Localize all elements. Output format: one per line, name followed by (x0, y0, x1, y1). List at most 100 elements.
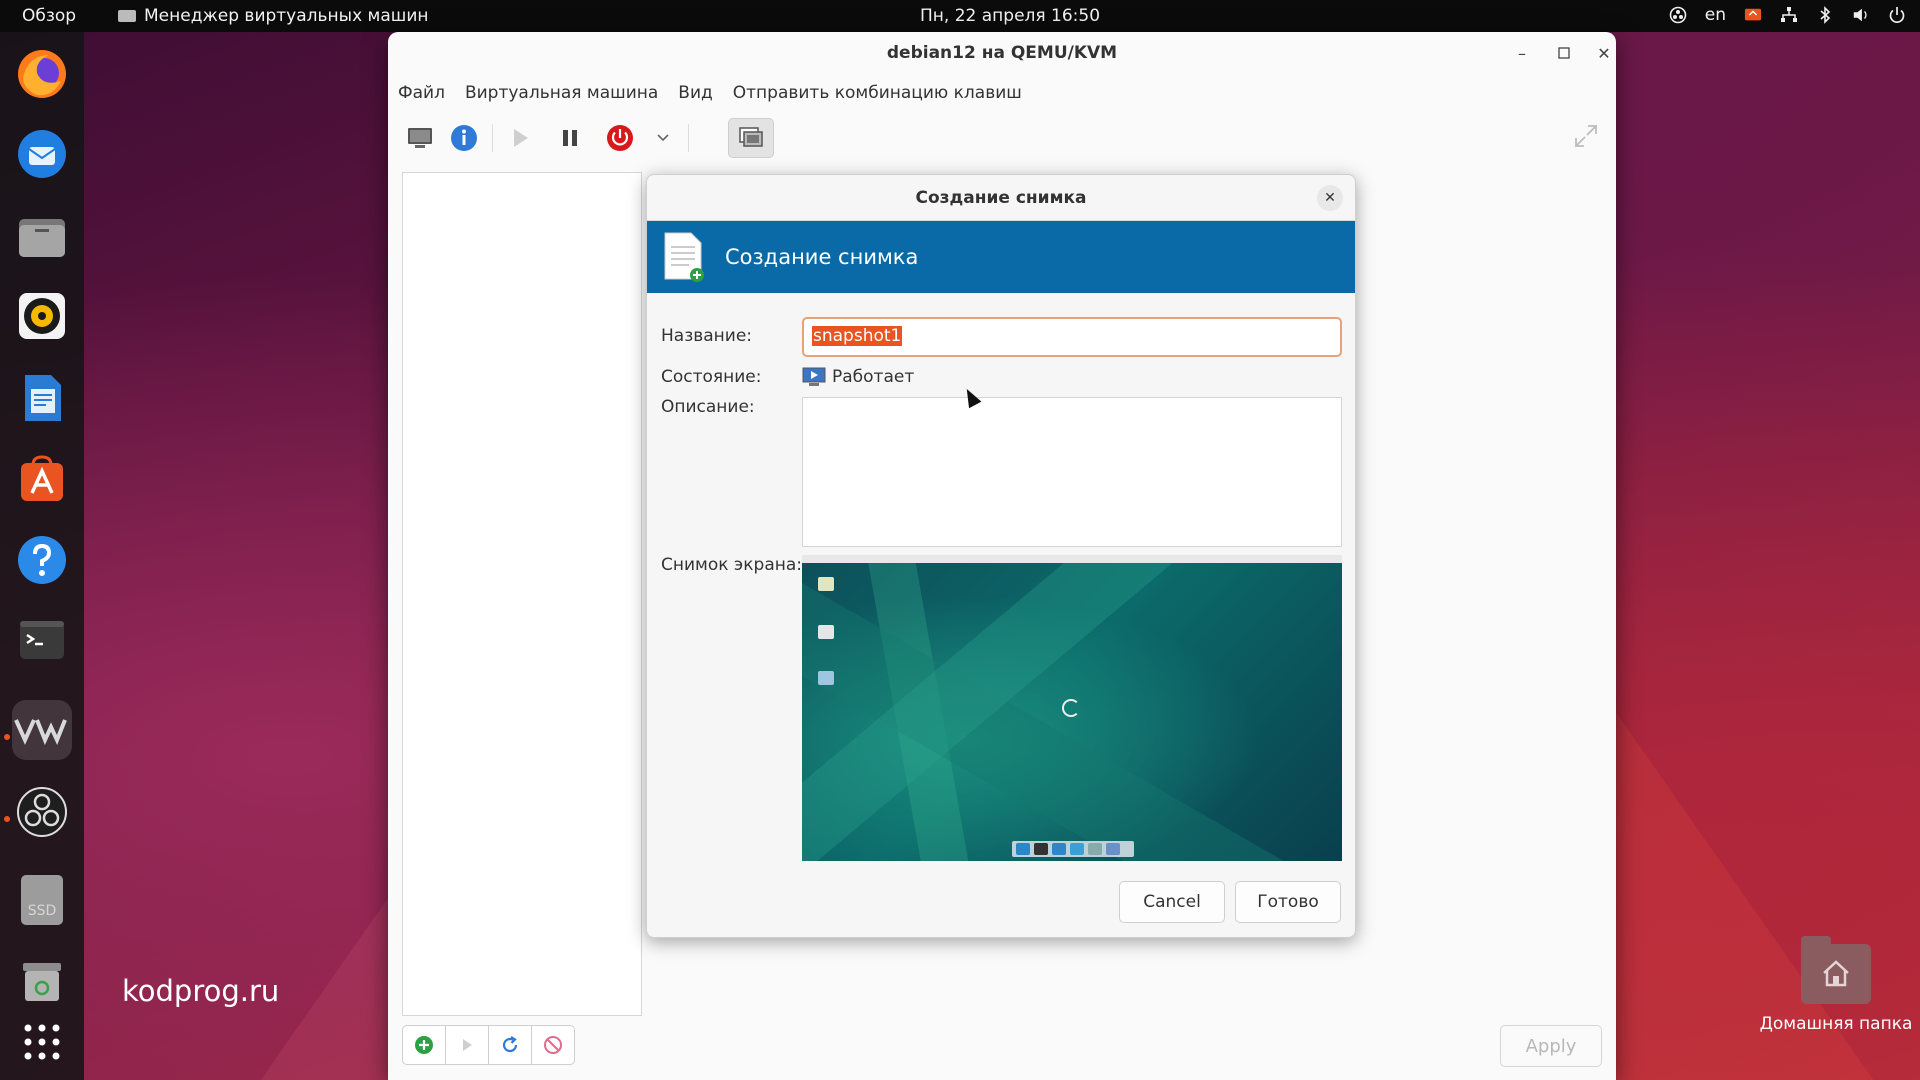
state-value: Работает (802, 367, 914, 387)
home-folder-label: Домашняя папка (1759, 1014, 1913, 1034)
pause-button[interactable] (552, 120, 588, 156)
running-vm-icon (802, 367, 826, 386)
vm-screenshot-preview (802, 555, 1342, 861)
preview-taskbar (1012, 841, 1134, 857)
new-document-icon (664, 232, 704, 282)
dock-files[interactable] (12, 206, 72, 266)
state-text: Работает (832, 367, 915, 387)
screenshot-label: Снимок экрана: (661, 555, 802, 575)
refresh-icon (502, 1036, 518, 1053)
dock-trash[interactable] (12, 950, 72, 1010)
thunderbird-icon (18, 130, 66, 178)
dock-help[interactable] (12, 530, 72, 590)
window-title: debian12 на QEMU/KVM (886, 43, 1118, 63)
toolbar (388, 110, 1616, 166)
snapshots-button[interactable] (728, 118, 774, 158)
selected-text: snapshot1 (812, 326, 903, 346)
help-icon (18, 536, 66, 584)
files-icon (19, 219, 65, 257)
menu-view[interactable]: Вид (678, 83, 712, 103)
shutdown-menu-button[interactable] (650, 120, 676, 156)
snapshot-name-input[interactable]: snapshot1 (802, 317, 1342, 357)
network-icon[interactable] (1780, 6, 1798, 24)
plus-icon (415, 1036, 433, 1054)
details-button[interactable] (446, 120, 482, 156)
screen-share-icon[interactable] (1744, 6, 1762, 24)
dialog-close-icon[interactable]: ✕ (1317, 185, 1343, 211)
name-label: Название: (661, 326, 753, 346)
trash-icon (23, 963, 61, 1001)
monitor-icon (408, 128, 432, 148)
pause-icon (563, 130, 577, 146)
refresh-snapshots-button[interactable] (488, 1025, 532, 1065)
power-menu-icon[interactable] (1888, 6, 1906, 24)
keyboard-layout[interactable]: en (1705, 5, 1726, 25)
dock: SSD (0, 32, 84, 1080)
ssd-label: SSD (28, 903, 57, 919)
system-tray: en (1669, 5, 1906, 25)
description-textarea[interactable] (802, 397, 1342, 547)
dock-virt-manager[interactable] (12, 700, 72, 760)
preview-desktop-icon (818, 625, 834, 639)
dock-thunderbird[interactable] (12, 124, 72, 184)
virt-manager-icon (14, 719, 67, 745)
dock-terminal[interactable] (12, 610, 72, 670)
play-icon (463, 1039, 472, 1051)
run-button[interactable] (502, 120, 538, 156)
dock-app-grid[interactable] (12, 1012, 72, 1072)
firefox-icon (18, 50, 66, 98)
menu-bar: Файл Виртуальная машина Вид Отправить ко… (388, 76, 1616, 110)
dock-rhythmbox[interactable] (12, 286, 72, 346)
snapshot-list[interactable] (402, 172, 642, 1016)
power-icon (607, 125, 633, 151)
description-label: Описание: (661, 397, 755, 417)
maximize-icon[interactable] (1552, 42, 1576, 66)
delete-snapshot-button[interactable] (531, 1025, 575, 1065)
window-titlebar[interactable]: debian12 на QEMU/KVM – ✕ (388, 32, 1616, 76)
snapshots-icon (739, 127, 763, 147)
dock-ssd-drive[interactable]: SSD (12, 870, 72, 930)
info-icon (451, 125, 477, 151)
app-menu[interactable]: Менеджер виртуальных машин (118, 6, 429, 26)
terminal-icon (20, 621, 64, 659)
clock[interactable]: Пн, 22 апреля 16:50 (920, 6, 1100, 26)
minimize-icon[interactable]: – (1510, 42, 1534, 66)
ssd-drive-icon: SSD (21, 875, 63, 925)
menu-virtual-machine[interactable]: Виртуальная машина (465, 83, 658, 103)
apply-button[interactable]: Apply (1500, 1025, 1602, 1067)
dialog-title: Создание снимка (915, 188, 1087, 208)
console-button[interactable] (402, 120, 438, 156)
rhythmbox-icon (19, 293, 65, 339)
fullscreen-icon[interactable] (1572, 122, 1600, 150)
cancel-button[interactable]: Cancel (1119, 881, 1225, 923)
dialog-banner: Создание снимка (647, 221, 1355, 293)
run-snapshot-button[interactable] (445, 1025, 489, 1065)
menu-send-key[interactable]: Отправить комбинацию клавиш (733, 83, 1022, 103)
running-indicator (4, 734, 10, 740)
add-snapshot-button[interactable] (402, 1025, 446, 1065)
dock-writer[interactable] (12, 368, 72, 428)
obs-tray-icon[interactable] (1669, 6, 1687, 24)
volume-icon[interactable] (1852, 6, 1870, 24)
shutdown-button[interactable] (602, 120, 638, 156)
app-menu-label: Менеджер виртуальных машин (144, 6, 429, 26)
state-label: Состояние: (661, 367, 762, 387)
preview-desktop-icon (818, 577, 834, 591)
preview-desktop-icon (818, 671, 834, 685)
desktop-home-folder[interactable]: Домашняя папка (1756, 936, 1916, 1034)
dock-firefox[interactable] (12, 44, 72, 104)
close-icon[interactable]: ✕ (1592, 42, 1616, 66)
chevron-down-icon (657, 134, 669, 142)
dialog-titlebar[interactable]: Создание снимка ✕ (647, 175, 1355, 221)
toolbar-separator (688, 124, 689, 152)
bluetooth-icon[interactable] (1816, 6, 1834, 24)
dock-obs[interactable] (12, 782, 72, 842)
menu-file[interactable]: Файл (398, 83, 445, 103)
dock-app-center[interactable] (12, 448, 72, 508)
toolbar-separator (492, 124, 493, 152)
obs-icon (17, 787, 67, 837)
virt-manager-mini-icon (118, 10, 136, 22)
preview-topbar (802, 555, 1342, 563)
activities-button[interactable]: Обзор (22, 6, 76, 26)
done-button[interactable]: Готово (1235, 881, 1341, 923)
